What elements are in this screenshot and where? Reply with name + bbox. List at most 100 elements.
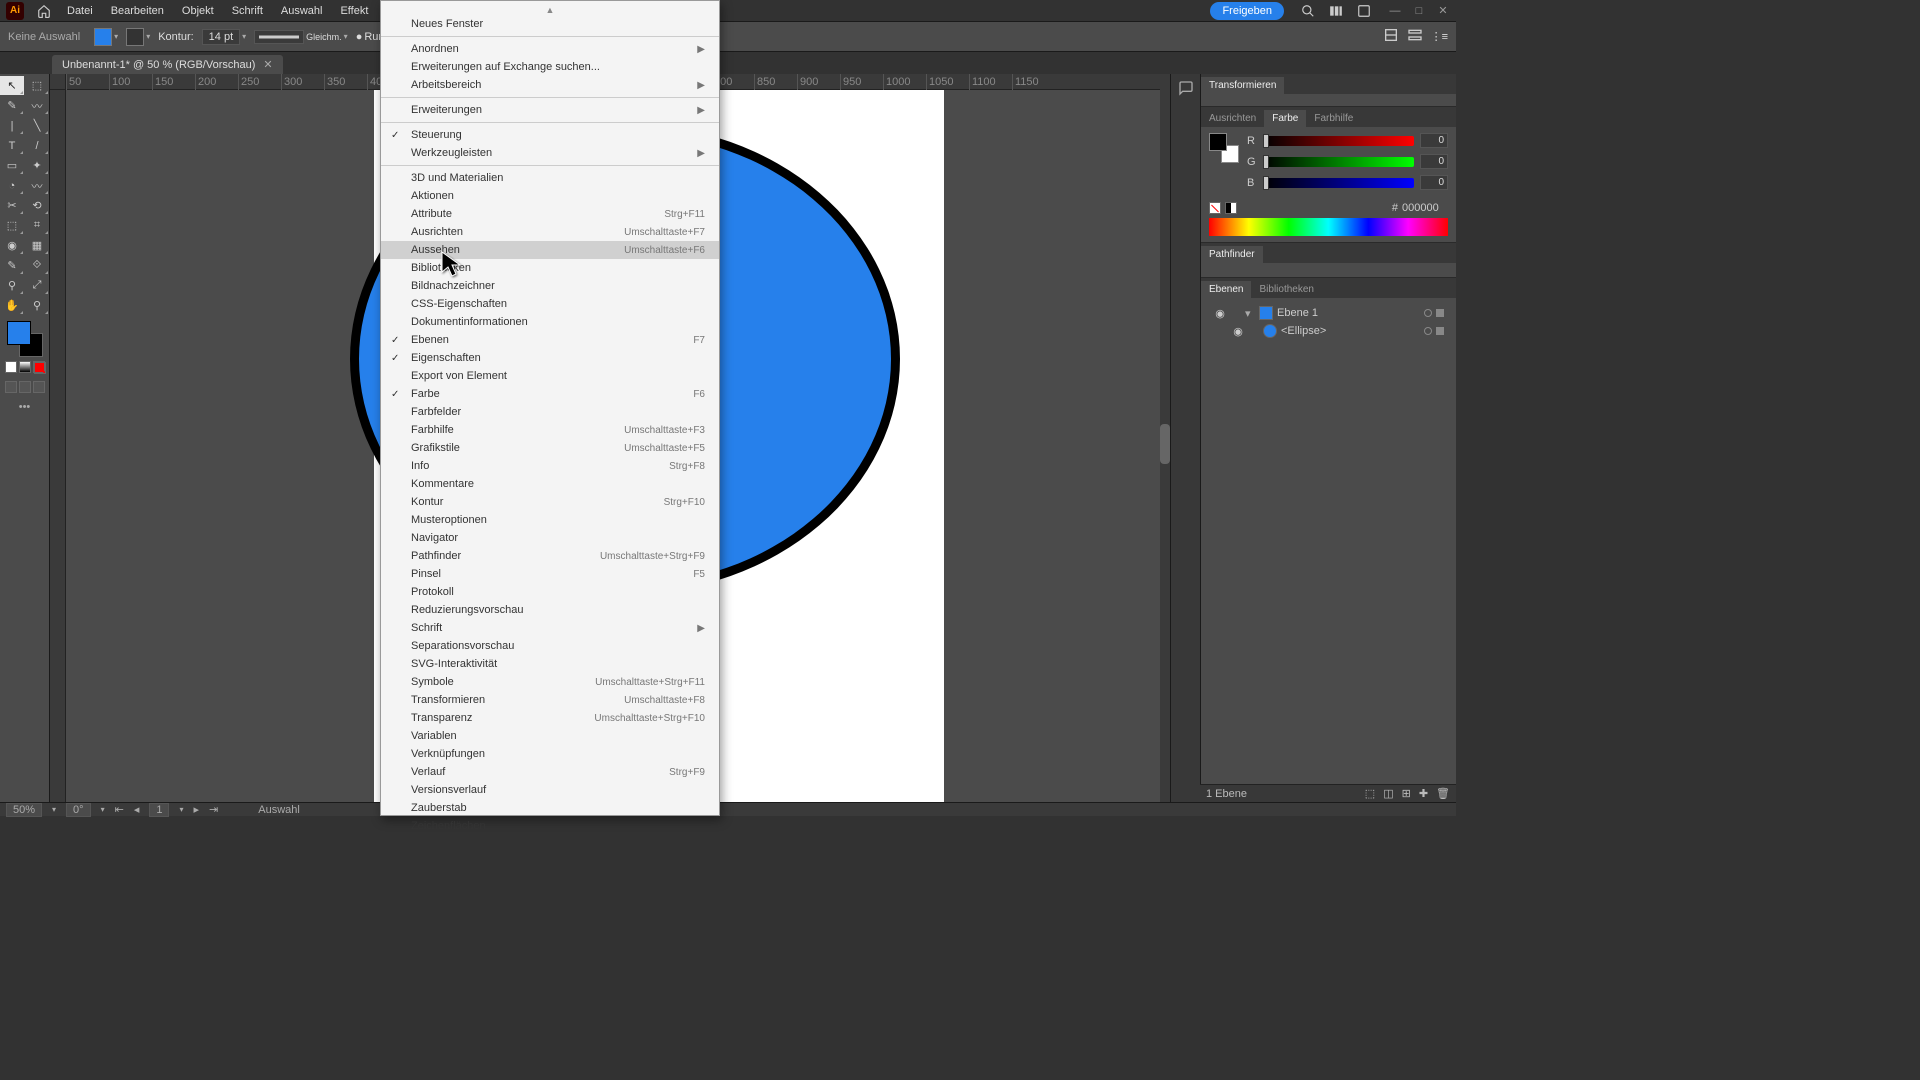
tab-ausrichten[interactable]: Ausrichten [1201, 110, 1264, 127]
menu-item[interactable]: Dokumentinformationen [381, 313, 719, 331]
menu-item[interactable]: Zeichenflächen [381, 817, 719, 835]
tab-ebenen[interactable]: Ebenen [1201, 281, 1251, 298]
menu-item[interactable]: Erweiterungen▶ [381, 101, 719, 119]
menu-item[interactable]: Anordnen▶ [381, 40, 719, 58]
menu-item[interactable]: Verknüpfungen [381, 745, 719, 763]
tab-bibliotheken[interactable]: Bibliotheken [1251, 281, 1321, 298]
menu-item[interactable]: Bibliotheken [381, 259, 719, 277]
tool-6[interactable]: T [0, 136, 24, 155]
layer-row[interactable]: ◉ <Ellipse> [1209, 322, 1448, 340]
menu-item[interactable]: 3D und Materialien [381, 169, 719, 187]
make-clipping-mask-icon[interactable]: ◫ [1383, 787, 1393, 800]
menu-effekt[interactable]: Effekt [331, 0, 377, 21]
tool-3[interactable]: 〰 [25, 96, 49, 115]
close-icon[interactable]: ✕ [1436, 4, 1450, 17]
menu-item[interactable]: Werkzeugleisten▶ [381, 144, 719, 162]
visibility-icon[interactable]: ◉ [1213, 307, 1227, 320]
color-mode-swatches[interactable] [5, 361, 45, 373]
menu-item[interactable]: PinselF5 [381, 565, 719, 583]
fill-swatch[interactable]: ▾ [94, 28, 118, 46]
maximize-icon[interactable]: □ [1412, 4, 1426, 17]
menu-item[interactable]: PathfinderUmschalttaste+Strg+F9 [381, 547, 719, 565]
tool-4[interactable]: | [0, 116, 24, 135]
tool-10[interactable]: ◔ [0, 176, 24, 195]
menu-item[interactable]: Musteroptionen [381, 511, 719, 529]
target-icon[interactable] [1424, 327, 1432, 335]
menu-item[interactable]: Variablen [381, 727, 719, 745]
stroke-profile[interactable]: Gleichm.▾ [254, 30, 348, 44]
scroll-up-icon[interactable]: ▲ [381, 5, 719, 15]
artboard-prev2-icon[interactable]: ◂ [134, 803, 140, 816]
tool-20[interactable]: ⚲ [0, 276, 24, 295]
menu-item[interactable]: Arbeitsbereich▶ [381, 76, 719, 94]
fill-color-box[interactable] [7, 321, 31, 345]
menu-item[interactable]: SymboleUmschalttaste+Strg+F11 [381, 673, 719, 691]
bw-swatch-icon[interactable] [1225, 202, 1237, 214]
menu-item[interactable]: ✓EbenenF7 [381, 331, 719, 349]
tool-16[interactable]: ◉ [0, 236, 24, 255]
menu-datei[interactable]: Datei [58, 0, 102, 21]
tab-pathfinder[interactable]: Pathfinder [1201, 246, 1263, 263]
menu-bearbeiten[interactable]: Bearbeiten [102, 0, 173, 21]
menu-item[interactable]: Aktionen [381, 187, 719, 205]
tool-22[interactable]: ✋ [0, 296, 24, 315]
document-tab[interactable]: Unbenannt-1* @ 50 % (RGB/Vorschau) ✕ [52, 55, 283, 74]
tool-8[interactable]: ▭ [0, 156, 24, 175]
rotate-field[interactable]: 0° [66, 803, 91, 817]
visibility-icon[interactable]: ◉ [1231, 325, 1245, 338]
spectrum-ramp[interactable] [1209, 218, 1448, 236]
toolbox-more-icon[interactable]: ••• [0, 401, 49, 413]
new-sublayer-icon[interactable]: ⊞ [1402, 787, 1411, 800]
menu-item[interactable]: Protokoll [381, 583, 719, 601]
canvas-scrollbar[interactable] [1160, 74, 1170, 802]
fill-stroke-indicator[interactable] [7, 321, 43, 357]
arrange-docs-icon[interactable] [1325, 0, 1347, 22]
expand-icon[interactable]: ▾ [1245, 307, 1255, 320]
tool-15[interactable]: ⌗ [25, 216, 49, 235]
menu-item[interactable]: GrafikstileUmschalttaste+F5 [381, 439, 719, 457]
artboard-prev-icon[interactable]: ⇤ [115, 803, 124, 816]
menu-item[interactable]: VerlaufStrg+F9 [381, 763, 719, 781]
menu-item[interactable]: KonturStrg+F10 [381, 493, 719, 511]
menu-objekt[interactable]: Objekt [173, 0, 223, 21]
locate-object-icon[interactable]: ⬚ [1365, 787, 1375, 800]
search-icon[interactable] [1297, 0, 1319, 22]
stroke-swatch[interactable]: ▾ [126, 28, 150, 46]
tool-12[interactable]: ✂ [0, 196, 24, 215]
delete-layer-icon[interactable]: 🗑 [1436, 787, 1450, 800]
menu-item[interactable]: Export von Element [381, 367, 719, 385]
tool-21[interactable]: ⤢ [25, 276, 49, 295]
menu-item[interactable]: AussehenUmschalttaste+F6 [381, 241, 719, 259]
menu-item[interactable]: Separationsvorschau [381, 637, 719, 655]
menu-schrift[interactable]: Schrift [223, 0, 272, 21]
menu-item[interactable]: Navigator [381, 529, 719, 547]
menu-item[interactable]: ✓Steuerung [381, 126, 719, 144]
color-fill-stroke-swatch[interactable] [1209, 133, 1239, 163]
menu-item[interactable]: SVG-Interaktivität [381, 655, 719, 673]
menu-item[interactable]: InfoStrg+F8 [381, 457, 719, 475]
artboard-next2-icon[interactable]: ⇥ [209, 803, 218, 816]
stroke-weight-field[interactable]: 14 pt▾ [202, 29, 246, 45]
target-icon[interactable] [1424, 309, 1432, 317]
draw-mode-swatches[interactable] [5, 381, 45, 393]
tool-18[interactable]: ✎ [0, 256, 24, 275]
tool-0[interactable]: ↖ [0, 76, 24, 95]
settings-icon[interactable] [1407, 27, 1423, 46]
tool-1[interactable]: ⬚ [25, 76, 49, 95]
menu-item[interactable]: ✓Eigenschaften [381, 349, 719, 367]
menu-item[interactable]: Reduzierungsvorschau [381, 601, 719, 619]
tab-transformieren[interactable]: Transformieren [1201, 77, 1284, 94]
menu-item[interactable]: TransparenzUmschalttaste+Strg+F10 [381, 709, 719, 727]
menu-item[interactable]: Neues Fenster [381, 15, 719, 33]
menu-item[interactable]: ✓FarbeF6 [381, 385, 719, 403]
slider-r[interactable]: R0 [1247, 133, 1448, 148]
align-to-icon[interactable] [1383, 27, 1399, 46]
tool-13[interactable]: ⟲ [25, 196, 49, 215]
menu-item[interactable]: Schrift▶ [381, 619, 719, 637]
layer-row[interactable]: ◉ ▾ Ebene 1 [1209, 304, 1448, 322]
tool-17[interactable]: ▦ [25, 236, 49, 255]
tab-farbhilfe[interactable]: Farbhilfe [1306, 110, 1361, 127]
tool-23[interactable]: ⚲ [25, 296, 49, 315]
tool-7[interactable]: / [25, 136, 49, 155]
tool-5[interactable]: ╲ [25, 116, 49, 135]
